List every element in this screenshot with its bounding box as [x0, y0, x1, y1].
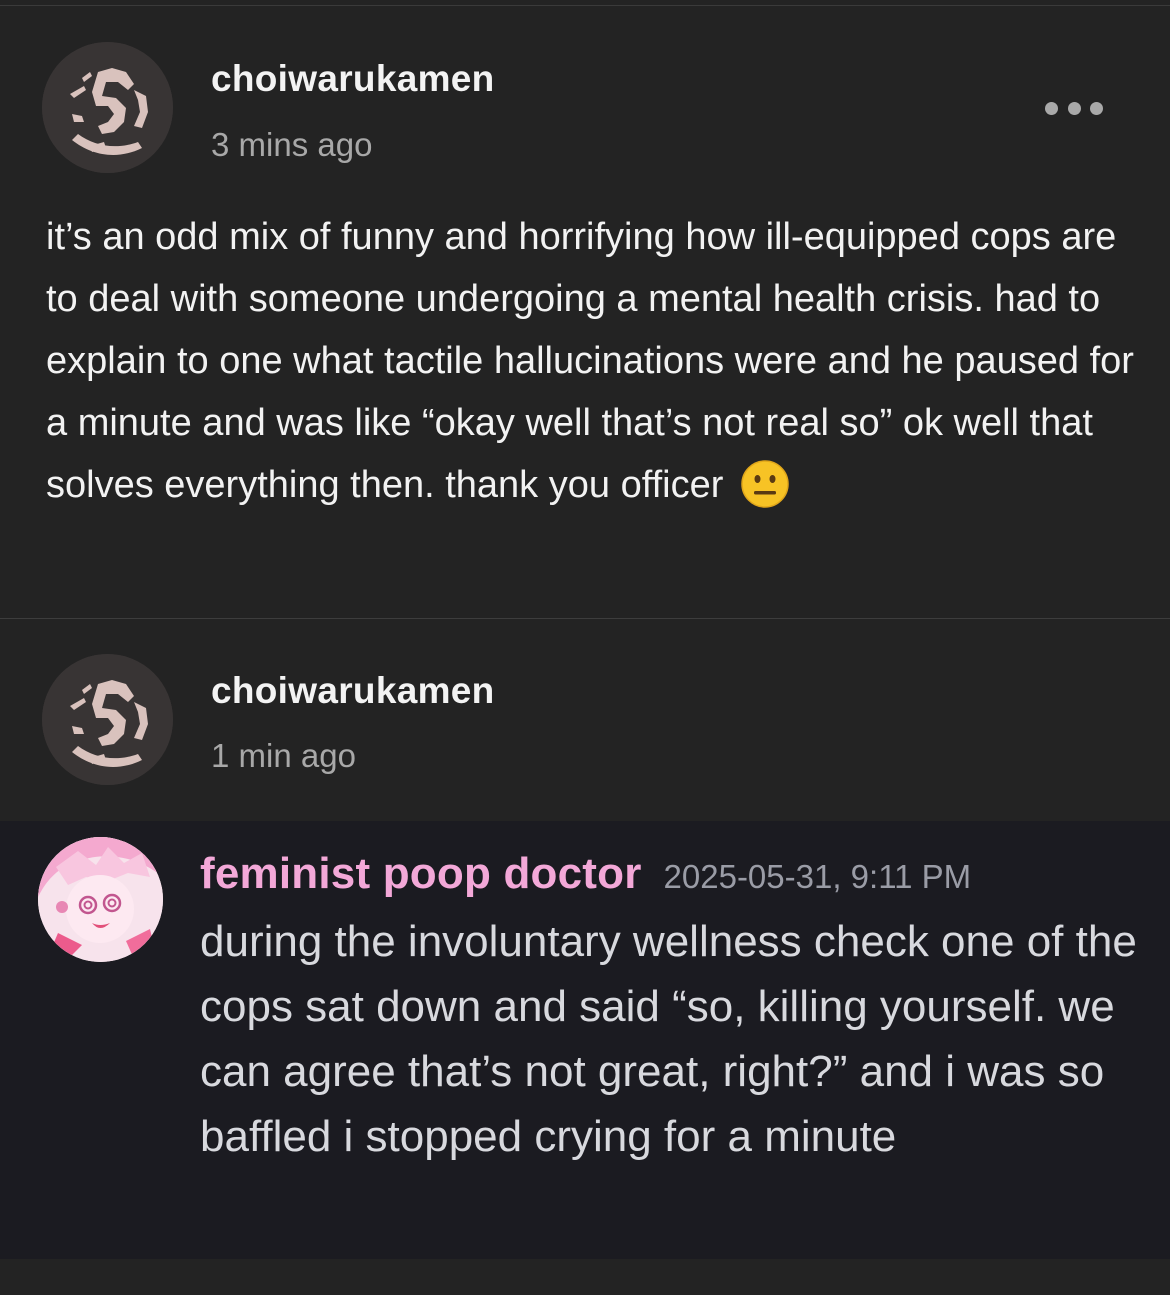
more-dot	[1090, 101, 1103, 115]
quoted-message: feminist poop doctor 2025-05-31, 9:11 PM …	[0, 821, 1170, 1259]
quote-timestamp: 2025-05-31, 9:11 PM	[663, 858, 972, 895]
post-timestamp: 1 min ago	[211, 737, 356, 774]
quote-text: during the involuntary wellness check on…	[200, 917, 1137, 1161]
quote-avatar	[38, 837, 163, 962]
post-timestamp: 3 mins ago	[211, 126, 373, 163]
user-avatar[interactable]	[42, 42, 173, 173]
neutral-face-emoji-icon	[740, 459, 790, 509]
more-dot	[1045, 101, 1058, 115]
anime-avatar-icon	[38, 837, 163, 962]
more-options-icon[interactable]	[1045, 100, 1103, 116]
post-username[interactable]: choiwarukamen	[211, 670, 495, 712]
post-username[interactable]: choiwarukamen	[211, 58, 495, 100]
bottom-strip	[0, 1259, 1170, 1295]
post-2: choiwarukamen 1 min ago	[0, 619, 1170, 821]
post-1: choiwarukamen 3 mins ago it’s an odd mix…	[0, 0, 1170, 618]
quote-header: feminist poop doctor 2025-05-31, 9:11 PM	[200, 849, 971, 899]
user-avatar[interactable]	[42, 654, 173, 785]
logo-avatar-icon	[42, 654, 173, 785]
logo-avatar-icon	[42, 42, 173, 173]
quote-username[interactable]: feminist poop doctor	[200, 849, 642, 898]
post-body: it’s an odd mix of funny and horrifying …	[46, 206, 1146, 516]
post-text: it’s an odd mix of funny and horrifying …	[46, 216, 1134, 506]
more-dot	[1067, 101, 1081, 115]
